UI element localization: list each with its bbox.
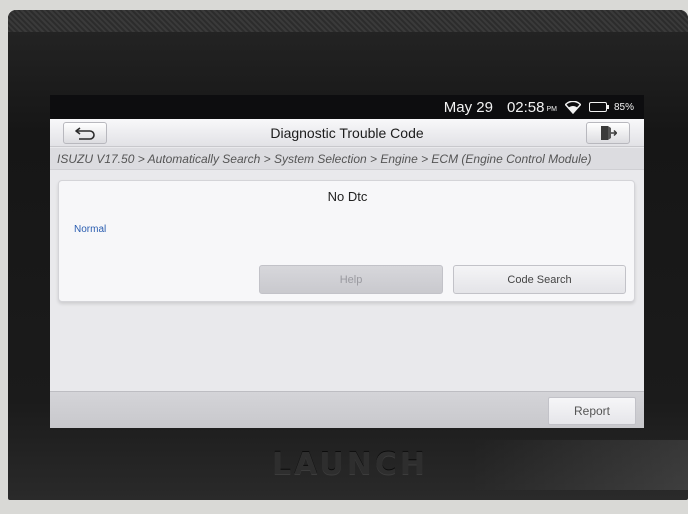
dtc-result-card: No Dtc Normal Help Code Search bbox=[58, 180, 635, 302]
report-button[interactable]: Report bbox=[548, 397, 636, 425]
device-top-edge bbox=[8, 10, 688, 32]
breadcrumb: ISUZU V17.50 > Automatically Search > Sy… bbox=[50, 148, 644, 170]
bottom-toolbar: Report bbox=[50, 391, 644, 428]
brand-logo: LAUNCH bbox=[272, 447, 429, 482]
exit-button[interactable] bbox=[586, 122, 630, 144]
bezel-glare bbox=[470, 440, 688, 490]
dtc-message: No Dtc bbox=[327, 189, 368, 204]
title-bar: Diagnostic Trouble Code bbox=[50, 119, 644, 147]
back-button[interactable] bbox=[63, 122, 107, 144]
code-search-button[interactable]: Code Search bbox=[453, 265, 626, 294]
status-date: May 29 bbox=[443, 98, 493, 116]
battery-percent: 85% bbox=[613, 101, 634, 113]
page-title: Diagnostic Trouble Code bbox=[270, 125, 424, 141]
device-screen: May 29 02:58 PM 85% Diagnostic Trouble C… bbox=[50, 95, 644, 428]
status-time: 02:58 bbox=[506, 98, 545, 116]
help-button[interactable]: Help bbox=[259, 265, 443, 294]
battery-icon bbox=[588, 102, 609, 112]
status-bar: May 29 02:58 PM 85% bbox=[50, 95, 644, 119]
status-ampm: PM bbox=[546, 105, 557, 113]
exit-icon bbox=[601, 126, 617, 140]
status-text: Normal bbox=[74, 224, 107, 235]
wifi-icon bbox=[564, 100, 581, 114]
back-arrow-icon bbox=[75, 127, 95, 140]
